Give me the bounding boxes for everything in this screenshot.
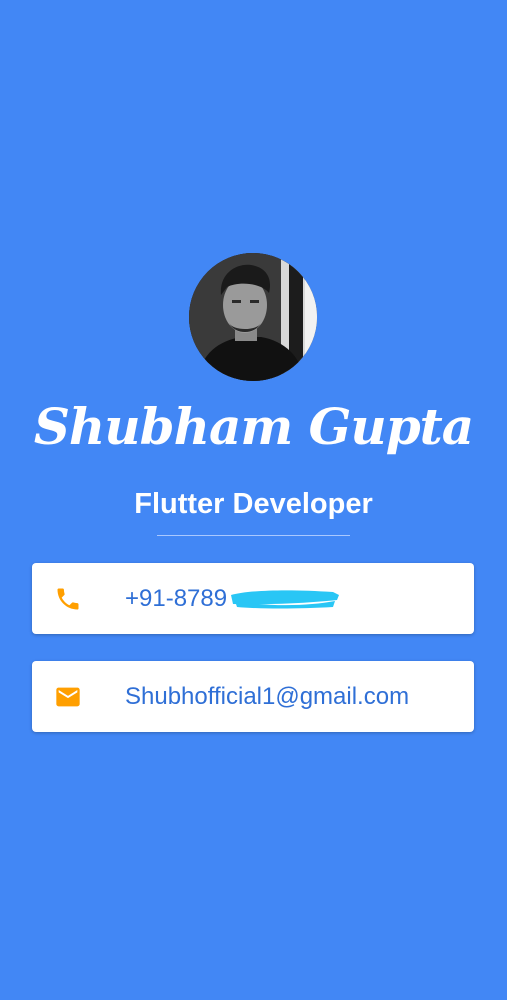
mail-icon: [54, 683, 82, 711]
avatar: [189, 253, 317, 381]
phone-number: +91-8789: [125, 585, 228, 612]
divider: [157, 535, 350, 536]
phone-icon: [54, 585, 82, 613]
email-card[interactable]: Shubhofficial1@gmail.com: [32, 661, 474, 732]
profile-name: Shubham Gupta: [33, 397, 474, 456]
redaction-scribble: [231, 590, 339, 609]
email-address: Shubhofficial1@gmail.com: [125, 683, 410, 710]
profile-title: Flutter Developer: [134, 488, 373, 520]
profile-photo: [189, 253, 317, 381]
